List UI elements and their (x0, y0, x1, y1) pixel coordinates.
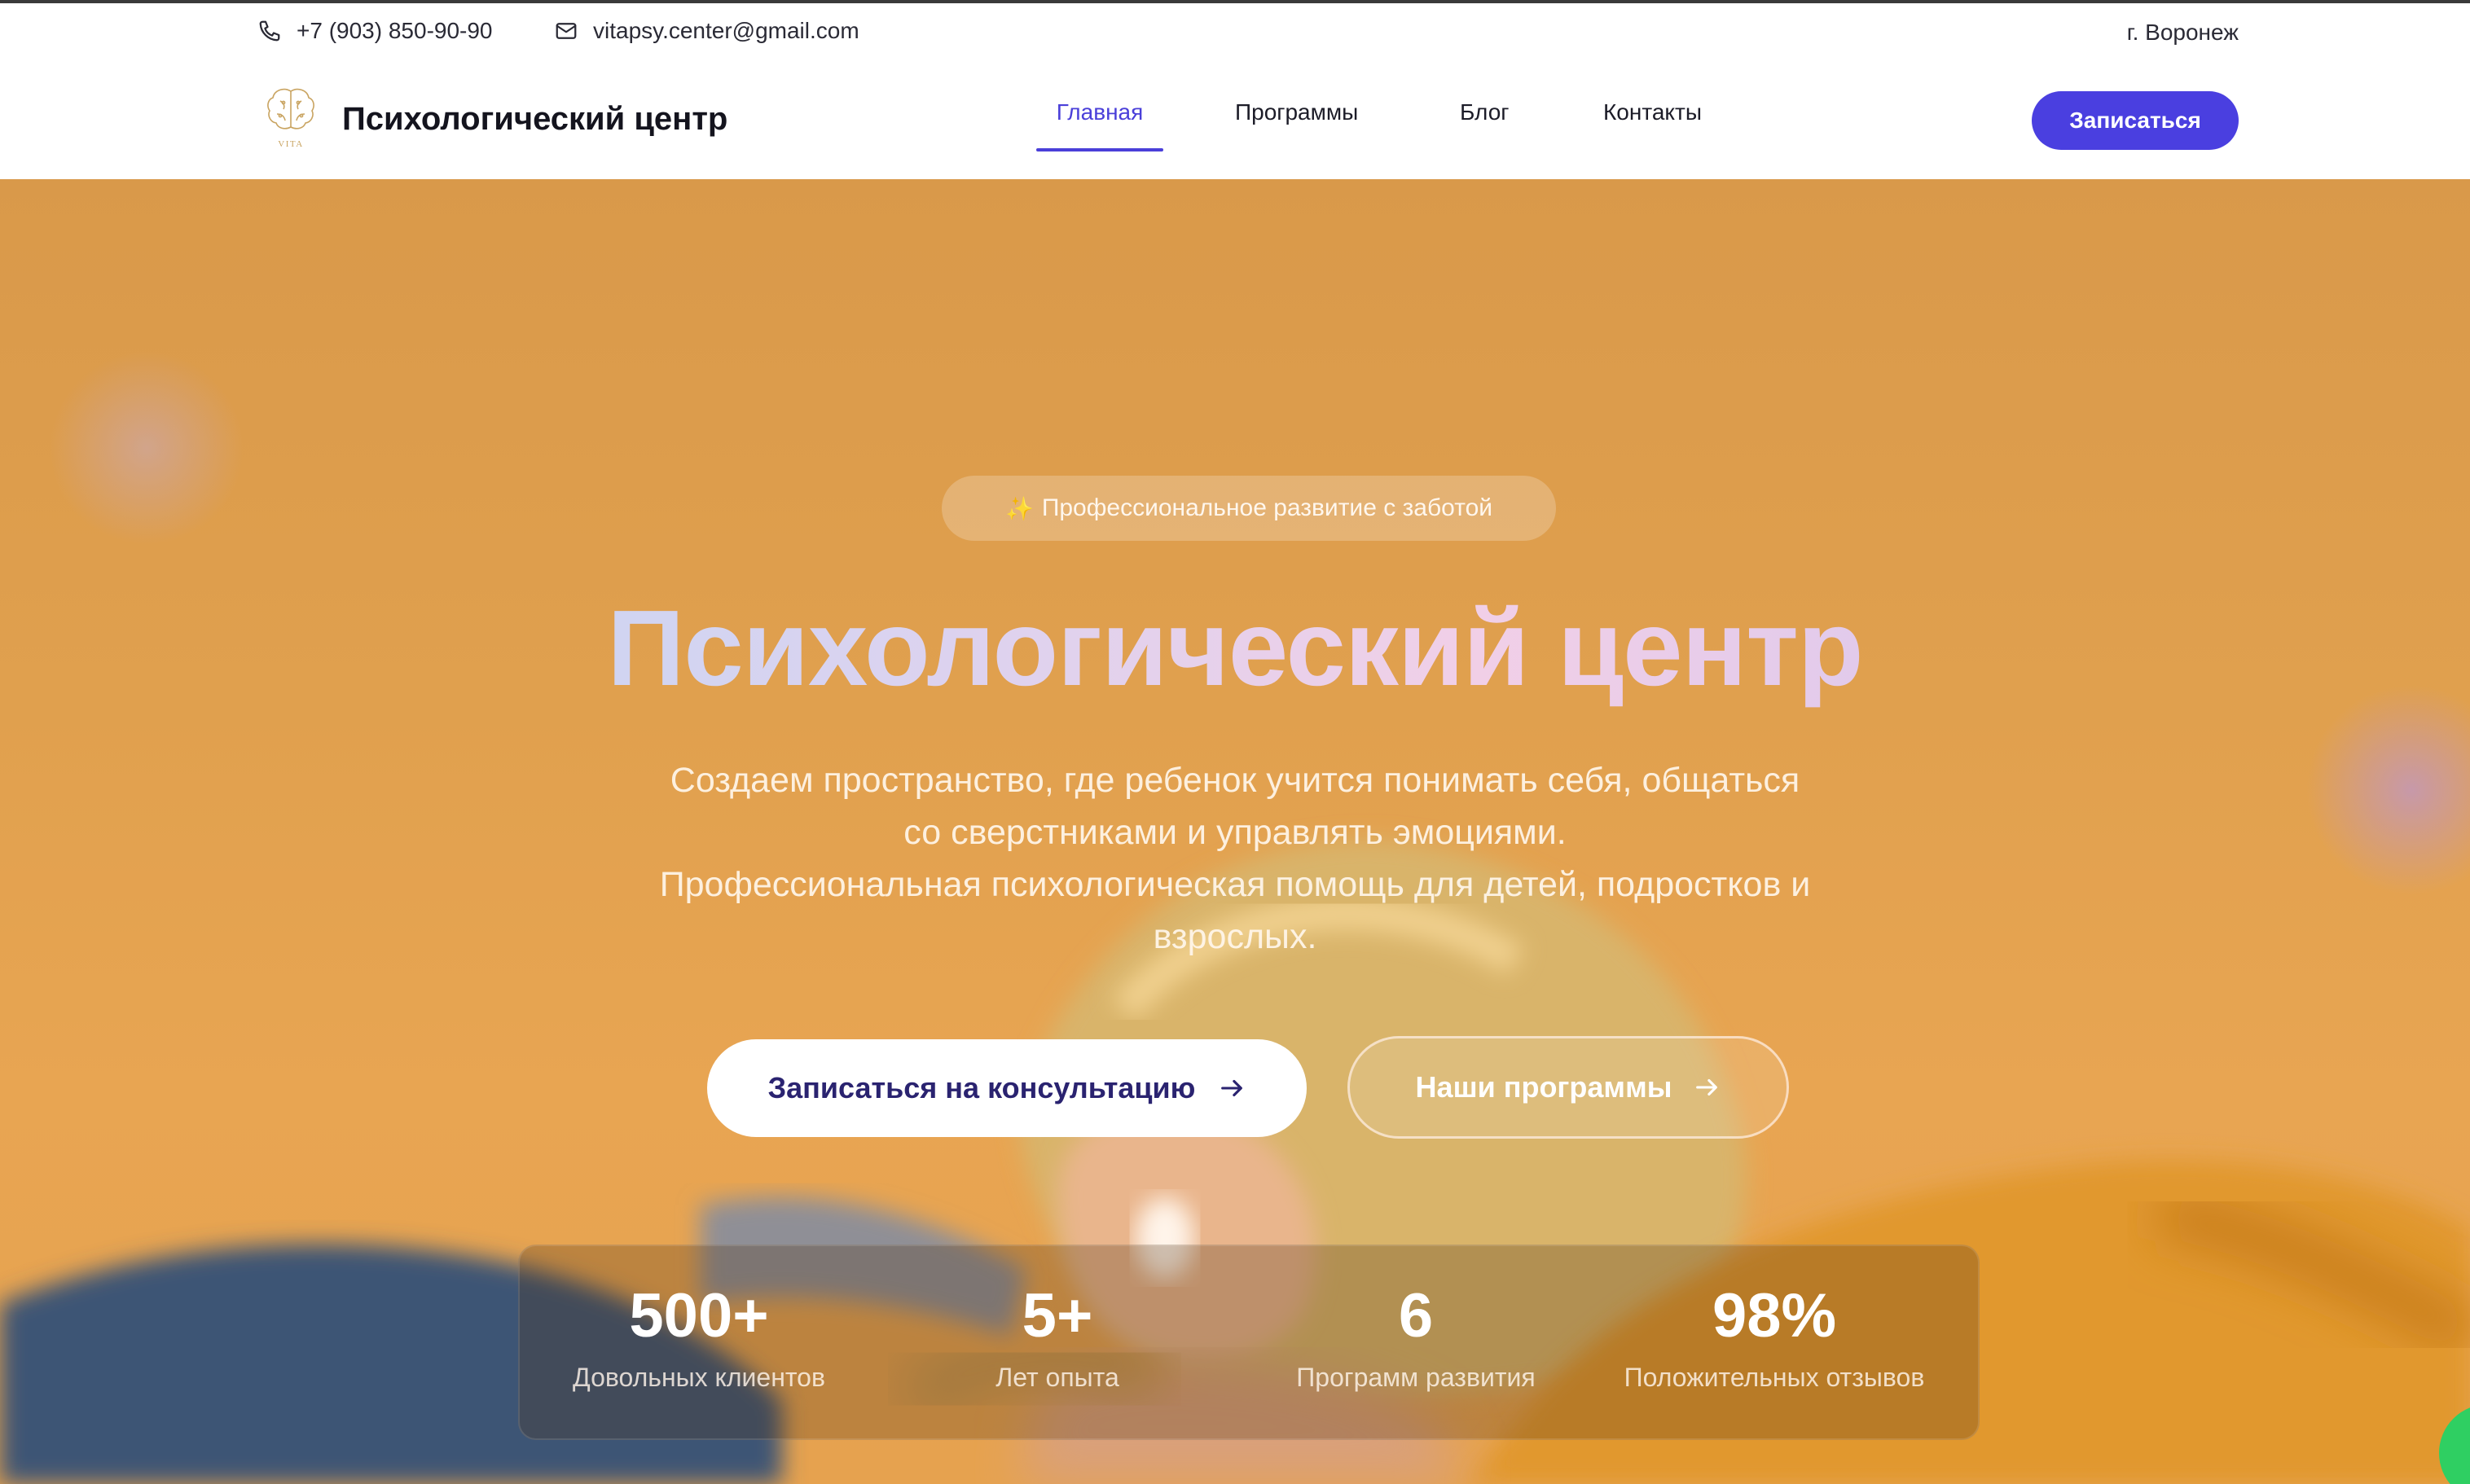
hero-subtitle-line: взрослых. (1153, 917, 1317, 956)
arrow-right-icon (1221, 1079, 1243, 1097)
book-consultation-button[interactable]: Записаться на консультацию (707, 1039, 1307, 1137)
nav-contacts[interactable]: Контакты (1603, 99, 1702, 151)
stat-clients: 500+ Довольных клиентов (520, 1246, 878, 1442)
stat-value: 98% (1712, 1281, 1837, 1350)
stat-value: 6 (1398, 1281, 1434, 1350)
brain-logo-icon[interactable]: VITA (264, 85, 318, 153)
header-signup-button[interactable]: Записаться (2032, 91, 2239, 150)
stat-label: Положительных отзывов (1624, 1363, 1925, 1392)
nav-blog[interactable]: Блог (1460, 99, 1510, 151)
book-consultation-label: Записаться на консультацию (767, 1071, 1196, 1104)
stat-value: 5+ (1022, 1281, 1093, 1350)
our-programs-button[interactable]: Наши программы (1347, 1036, 1789, 1139)
stat-programs: 6 Программ развития (1237, 1246, 1595, 1442)
stat-label: Лет опыта (995, 1363, 1119, 1392)
stats-panel: 500+ Довольных клиентов 5+ Лет опыта 6 П… (518, 1245, 1980, 1440)
site-header: VITA Психологический центр Главная Прогр… (0, 62, 2470, 179)
email-text: vitapsy.center@gmail.com (593, 18, 859, 43)
hero-section: ✨ Профессиональное развитие с заботой Пс… (0, 179, 2470, 1484)
contact-bar: +7 (903) 850-90-90 vitapsy.center@gmail.… (0, 3, 2470, 62)
hero-badge-text: Профессиональное развитие с заботой (1041, 494, 1493, 521)
logo-text: VITA (278, 139, 303, 149)
our-programs-label: Наши программы (1415, 1070, 1672, 1104)
email-link[interactable]: vitapsy.center@gmail.com (554, 18, 859, 44)
nav-home[interactable]: Главная (1035, 99, 1165, 151)
hero-subtitle-line: со сверстниками и управлять эмоциями. (903, 813, 1567, 852)
sparkle-icon: ✨ (1004, 495, 1034, 521)
hero-subtitle: Создаем пространство, где ребенок учится… (583, 754, 1887, 963)
phone-text: +7 (903) 850-90-90 (297, 18, 493, 43)
hero-title: Психологический центр (0, 586, 2470, 709)
nav-programs[interactable]: Программы (1235, 99, 1358, 151)
phone-link[interactable]: +7 (903) 850-90-90 (257, 18, 493, 44)
mail-icon (556, 23, 577, 39)
stat-reviews: 98% Положительных отзывов (1595, 1246, 1954, 1442)
stat-label: Довольных клиентов (573, 1363, 825, 1392)
brand-name[interactable]: Психологический центр (342, 101, 727, 138)
hero-badge: ✨ Профессиональное развитие с заботой (942, 476, 1556, 541)
hero-subtitle-line: Профессиональная психологическая помощь … (659, 865, 1811, 904)
stat-label: Программ развития (1296, 1363, 1536, 1392)
hero-subtitle-line: Создаем пространство, где ребенок учится… (670, 761, 1800, 800)
arrow-right-icon (1696, 1078, 1718, 1096)
stat-value: 500+ (629, 1281, 769, 1350)
phone-icon (259, 20, 280, 42)
stat-experience: 5+ Лет опыта (878, 1246, 1237, 1442)
city-label: г. Воронеж (2126, 20, 2239, 45)
